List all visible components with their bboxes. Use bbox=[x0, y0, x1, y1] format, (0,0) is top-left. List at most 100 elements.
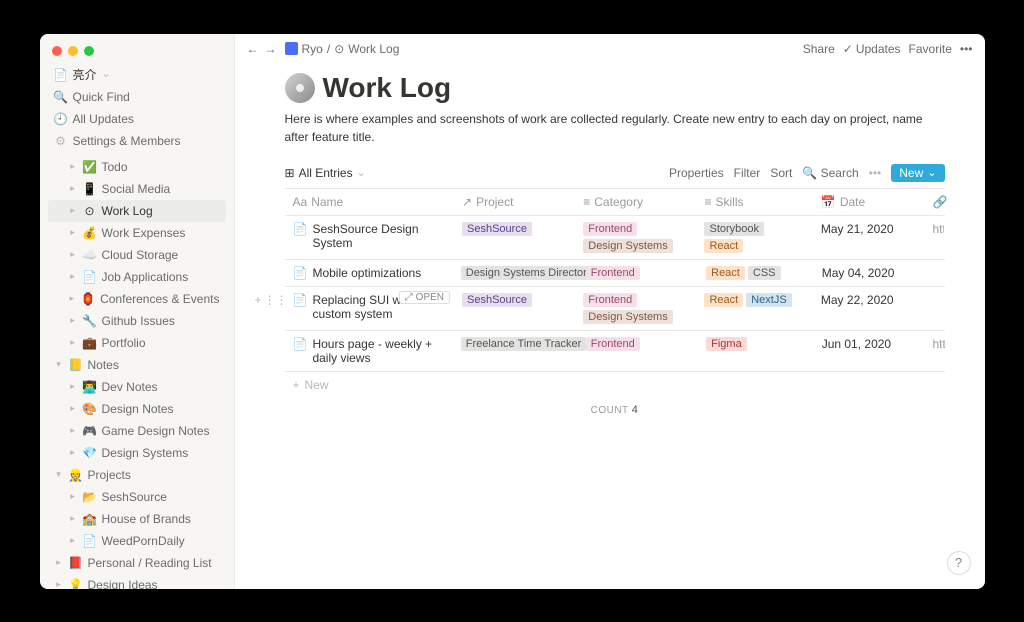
favorite-button[interactable]: Favorite bbox=[909, 42, 952, 56]
cell-date[interactable]: May 04, 2020 bbox=[814, 260, 925, 286]
disclosure-icon[interactable]: ▸ bbox=[68, 160, 78, 174]
table-row[interactable]: 📄SeshSource Design System SeshSource Front… bbox=[285, 216, 945, 260]
updates-button[interactable]: ✓Updates bbox=[843, 42, 901, 56]
disclosure-icon[interactable]: ▸ bbox=[68, 182, 78, 196]
table-row[interactable]: +⋮⋮📄Replacing SUI with custom system⤢OPE… bbox=[285, 287, 945, 331]
tag[interactable]: NextJS bbox=[746, 293, 791, 307]
breadcrumb[interactable]: Ryo / ⊙ Work Log bbox=[285, 42, 400, 56]
disclosure-icon[interactable]: ▸ bbox=[68, 446, 78, 460]
minimize-window-button[interactable] bbox=[68, 46, 78, 56]
col-project[interactable]: ↗Project bbox=[454, 189, 575, 215]
col-date[interactable]: 📅Date bbox=[813, 189, 925, 215]
cell-date[interactable]: Jun 01, 2020 bbox=[814, 331, 925, 371]
col-skills[interactable]: ≡Skills bbox=[696, 189, 812, 215]
close-window-button[interactable] bbox=[52, 46, 62, 56]
workspace-switcher[interactable]: 📄 亮介 ⌄ bbox=[48, 66, 226, 86]
cell-link[interactable]: https://g9...Fre...noc... bbox=[925, 331, 945, 371]
disclosure-icon[interactable]: ▸ bbox=[54, 578, 64, 589]
sidebar-item[interactable]: ▸🏫House of Brands bbox=[48, 508, 226, 530]
sidebar-item[interactable]: ▸📄WeedPornDaily bbox=[48, 530, 226, 552]
cell-date[interactable]: May 21, 2020 bbox=[813, 216, 925, 259]
page-icon[interactable] bbox=[285, 73, 315, 103]
sidebar-item[interactable]: ▸💰Work Expenses bbox=[48, 222, 226, 244]
cell-link[interactable] bbox=[924, 287, 944, 330]
sidebar-item[interactable]: ▸🏮Conferences & Events bbox=[48, 288, 226, 310]
page-description[interactable]: Here is where examples and screenshots o… bbox=[285, 110, 945, 146]
tag[interactable]: Figma bbox=[706, 337, 747, 351]
tag[interactable]: React bbox=[704, 293, 743, 307]
disclosure-icon[interactable]: ▸ bbox=[68, 534, 78, 548]
cell-category[interactable]: Frontend bbox=[578, 260, 698, 286]
sidebar-item[interactable]: ▸📕Personal / Reading List bbox=[48, 552, 226, 574]
cell-skills[interactable]: ReactNextJS bbox=[696, 287, 812, 330]
disclosure-icon[interactable]: ▸ bbox=[68, 204, 78, 218]
open-page-button[interactable]: ⤢OPEN bbox=[399, 291, 450, 304]
disclosure-icon[interactable]: ▸ bbox=[68, 314, 78, 328]
sidebar-item[interactable]: ▸📂SeshSource bbox=[48, 486, 226, 508]
cell-skills[interactable]: Storybook React bbox=[696, 216, 812, 259]
disclosure-icon[interactable]: ▸ bbox=[68, 270, 78, 284]
tag[interactable]: SeshSource bbox=[462, 222, 532, 236]
col-name[interactable]: AaName bbox=[285, 189, 455, 215]
col-link[interactable]: 🔗 bbox=[924, 189, 944, 215]
maximize-window-button[interactable] bbox=[84, 46, 94, 56]
cell-link[interactable]: https://sul...nex...d89...133... bbox=[924, 216, 944, 259]
cell-project[interactable]: SeshSource bbox=[454, 287, 575, 330]
cell-name[interactable]: 📄SeshSource Design System bbox=[285, 216, 455, 259]
tag[interactable]: Freelance Time Tracker bbox=[461, 337, 587, 351]
table-row[interactable]: 📄Mobile optimizationsDesign Systems Dire… bbox=[285, 260, 945, 287]
tag[interactable]: React bbox=[706, 266, 745, 280]
filter-button[interactable]: Filter bbox=[734, 166, 761, 180]
view-switcher[interactable]: ⊞ All Entries ⌄ bbox=[285, 166, 366, 180]
sidebar-item[interactable]: ▸💎Design Systems bbox=[48, 442, 226, 464]
table-row[interactable]: 📄Hours page - weekly + daily views Freela… bbox=[285, 331, 945, 372]
tag[interactable]: Frontend bbox=[583, 222, 637, 236]
cell-link[interactable] bbox=[925, 260, 945, 286]
cell-project[interactable]: Design Systems Directory bbox=[453, 260, 578, 286]
disclosure-icon[interactable]: ▸ bbox=[68, 402, 78, 416]
add-row-icon[interactable]: + bbox=[255, 293, 262, 307]
cell-category[interactable]: FrontendDesign Systems bbox=[575, 287, 696, 330]
tag[interactable]: Storybook bbox=[704, 222, 764, 236]
tag[interactable]: Frontend bbox=[586, 266, 640, 280]
cell-date[interactable]: May 22, 2020 bbox=[813, 287, 925, 330]
tag[interactable]: CSS bbox=[748, 266, 781, 280]
cell-project[interactable]: SeshSource bbox=[454, 216, 575, 259]
disclosure-icon[interactable]: ▾ bbox=[54, 468, 64, 482]
disclosure-icon[interactable]: ▸ bbox=[54, 556, 64, 570]
tag[interactable]: SeshSource bbox=[462, 293, 532, 307]
share-button[interactable]: Share bbox=[803, 42, 835, 56]
sidebar-item[interactable]: ▾📒Notes bbox=[48, 354, 226, 376]
new-row-button[interactable]: New ⌄ bbox=[891, 164, 944, 182]
table-add-row[interactable]: + New bbox=[285, 372, 945, 398]
disclosure-icon[interactable]: ▾ bbox=[54, 358, 64, 372]
page-title[interactable]: Work Log bbox=[323, 72, 452, 104]
nav-back-button[interactable]: ← bbox=[247, 42, 259, 56]
sidebar-item[interactable]: ▸🎮Game Design Notes bbox=[48, 420, 226, 442]
disclosure-icon[interactable]: ▸ bbox=[68, 424, 78, 438]
cell-skills[interactable]: Figma bbox=[698, 331, 814, 371]
sidebar-item[interactable]: ▸⊙Work Log bbox=[48, 200, 226, 222]
sidebar-item[interactable]: ▸☁️Cloud Storage bbox=[48, 244, 226, 266]
cell-name[interactable]: 📄Mobile optimizations bbox=[285, 260, 453, 286]
col-category[interactable]: ≡Category bbox=[575, 189, 696, 215]
tag[interactable]: React bbox=[704, 239, 743, 253]
sidebar-item[interactable]: ▸📄Job Applications bbox=[48, 266, 226, 288]
disclosure-icon[interactable]: ▸ bbox=[68, 226, 78, 240]
sidebar-item[interactable]: ▸💡Design Ideas bbox=[48, 574, 226, 589]
cell-skills[interactable]: ReactCSS bbox=[698, 260, 814, 286]
help-button[interactable]: ? bbox=[947, 551, 971, 575]
disclosure-icon[interactable]: ▸ bbox=[68, 248, 78, 262]
search-button[interactable]: 🔍 Search bbox=[802, 166, 858, 180]
sort-button[interactable]: Sort bbox=[770, 166, 792, 180]
sidebar-item[interactable]: ▸✅Todo bbox=[48, 156, 226, 178]
more-db-button[interactable]: ••• bbox=[869, 166, 882, 180]
sidebar-item[interactable]: ▸💼Portfolio bbox=[48, 332, 226, 354]
sidebar-item[interactable]: ▸🎨Design Notes bbox=[48, 398, 226, 420]
sidebar-item[interactable]: ▾👷Projects bbox=[48, 464, 226, 486]
tag[interactable]: Design Systems bbox=[583, 239, 672, 253]
cell-name[interactable]: 📄Replacing SUI with custom system⤢OPEN bbox=[285, 287, 455, 330]
cell-category[interactable]: Frontend bbox=[578, 331, 698, 371]
cell-name[interactable]: 📄Hours page - weekly + daily views bbox=[285, 331, 453, 371]
disclosure-icon[interactable]: ▸ bbox=[68, 336, 78, 350]
